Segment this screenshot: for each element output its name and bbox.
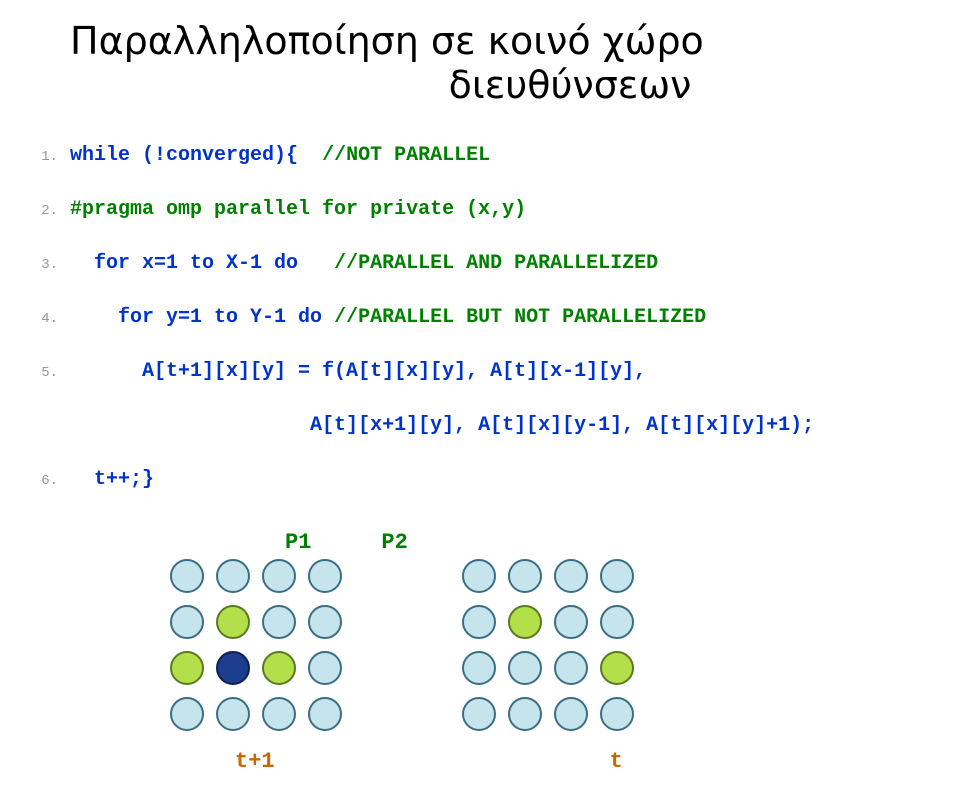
grid-right: [462, 559, 634, 731]
code-pragma: #pragma omp parallel for private (x,y): [70, 198, 526, 221]
grid-cell-lime: [262, 651, 296, 685]
label-p1: P1: [285, 530, 311, 555]
grid-cell-cyan: [170, 605, 204, 639]
grid-cell-cyan: [508, 697, 542, 731]
grid-cell-cyan: [554, 651, 588, 685]
grid-cell-cyan: [508, 651, 542, 685]
grid-cell-cyan: [170, 559, 204, 593]
grid-cell-cyan: [308, 697, 342, 731]
diagram-area: P1 P2 t+1 t: [30, 530, 930, 774]
code-comment: //NOT PARALLEL: [322, 144, 490, 167]
grid-cell-cyan: [216, 697, 250, 731]
grid-row: [462, 559, 634, 593]
grid-cell-cyan: [216, 559, 250, 593]
line-number: 1.: [30, 148, 58, 167]
title-line-1: Παραλληλοποίηση σε κοινό χώρο: [70, 19, 704, 63]
code-text: for y=1 to Y-1 do: [70, 306, 334, 329]
time-labels: t+1 t: [30, 749, 930, 774]
label-t: t: [610, 749, 623, 774]
grid-cell-cyan: [554, 559, 588, 593]
grid-cell-cyan: [554, 605, 588, 639]
grid-row: [462, 697, 634, 731]
grid-cell-navy: [216, 651, 250, 685]
grid-row: [462, 651, 634, 685]
code-comment: //PARALLEL BUT NOT PARALLELIZED: [334, 306, 706, 329]
grid-row: [170, 651, 342, 685]
code-text: A[t][x+1][y], A[t][x][y-1], A[t][x][y]+1…: [70, 414, 814, 437]
slide-title: Παραλληλοποίηση σε κοινό χώρο διευθύνσεω…: [30, 20, 930, 107]
grid-row: [170, 605, 342, 639]
grid-row: [170, 559, 342, 593]
processor-labels: P1 P2: [30, 530, 930, 555]
line-number: 5.: [30, 364, 58, 383]
grid-cell-cyan: [308, 559, 342, 593]
line-number: 6.: [30, 472, 58, 491]
grid-cell-lime: [508, 605, 542, 639]
grid-cell-cyan: [262, 559, 296, 593]
grid-cell-cyan: [262, 697, 296, 731]
grid-cell-cyan: [462, 651, 496, 685]
title-line-2: διευθύνσεων: [70, 64, 930, 108]
grid-row: [170, 697, 342, 731]
grid-cell-cyan: [600, 697, 634, 731]
grid-left: [170, 559, 342, 731]
grid-cell-cyan: [462, 605, 496, 639]
grid-cell-cyan: [308, 605, 342, 639]
grid-cell-cyan: [308, 651, 342, 685]
grid-cell-cyan: [508, 559, 542, 593]
grid-cell-cyan: [462, 559, 496, 593]
grid-cell-cyan: [554, 697, 588, 731]
grid-cell-cyan: [462, 697, 496, 731]
line-number: 4.: [30, 310, 58, 329]
code-block: 1. while (!converged){ //NOT PARALLEL 2.…: [30, 115, 930, 520]
grid-cell-lime: [216, 605, 250, 639]
grid-cell-lime: [170, 651, 204, 685]
code-text: t++;}: [70, 468, 154, 491]
grid-cell-cyan: [170, 697, 204, 731]
grid-cell-cyan: [600, 605, 634, 639]
line-number: 2.: [30, 202, 58, 221]
code-text: A[t+1][x][y] = f(A[t][x][y], A[t][x-1][y…: [70, 360, 646, 383]
line-number: 3.: [30, 256, 58, 275]
label-t-plus-1: t+1: [235, 749, 275, 774]
code-comment: //PARALLEL AND PARALLELIZED: [334, 252, 658, 275]
code-text: for x=1 to X-1 do: [70, 252, 334, 275]
grid-cell-lime: [600, 651, 634, 685]
grid-cell-cyan: [262, 605, 296, 639]
grid-cell-cyan: [600, 559, 634, 593]
grid-row: [462, 605, 634, 639]
label-p2: P2: [381, 530, 407, 555]
code-text: while (!converged){: [70, 144, 322, 167]
